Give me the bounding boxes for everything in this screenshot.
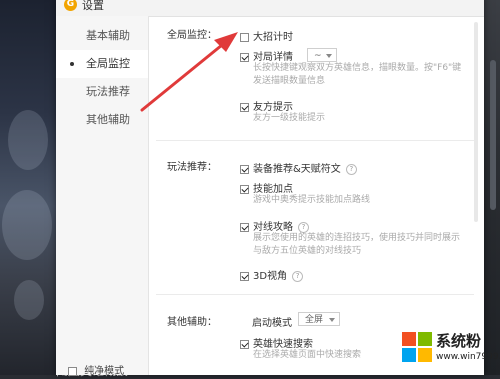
help-icon[interactable]: ? xyxy=(298,221,309,233)
watermark: 系统粉 www.win7999.com xyxy=(402,330,500,372)
sidebar-item-other-assist[interactable]: 其他辅助 xyxy=(56,106,148,134)
help-icon[interactable]: ? xyxy=(345,163,357,175)
match-details-description: 长按快捷键观察双方英雄信息，描眼数量。按"F6"键 发送描眼数量信息 xyxy=(253,63,462,86)
hero-search-checkbox[interactable]: 英雄快速搜索 xyxy=(240,335,313,350)
checkbox-icon xyxy=(240,339,249,349)
sidebar-item-label: 玩法推荐 xyxy=(86,85,130,98)
ally-tips-description: 友方一级技能提示 xyxy=(253,113,326,123)
background-game-art xyxy=(0,0,60,375)
checkbox-icon xyxy=(240,52,249,62)
sidebar-item-basic-assist[interactable]: 基本辅助 xyxy=(56,22,148,50)
section-label-global-monitor: 全局监控： xyxy=(167,30,217,41)
app-logo-icon: G xyxy=(64,0,77,11)
title-bar[interactable]: G 设置 xyxy=(56,0,484,17)
divider xyxy=(156,140,474,141)
checkbox-icon xyxy=(68,366,77,376)
sidebar-item-label: 基本辅助 xyxy=(86,29,130,42)
settings-sidebar: 基本辅助 全局监控 玩法推荐 其他辅助 纯净模式 xyxy=(56,16,149,377)
pure-mode-label: 纯净模式 xyxy=(84,366,125,377)
select-value: 全屏 xyxy=(305,315,324,325)
checkbox-icon xyxy=(240,32,249,42)
checkbox-icon xyxy=(240,184,249,194)
ally-tips-checkbox[interactable]: 友方提示 xyxy=(240,98,293,113)
lane-guide-description: 展示您使用的英雄的连招技巧，使用技巧并同时展示 与敌方五位英雄的对线技巧 xyxy=(253,233,461,256)
section-label-other: 其他辅助： xyxy=(167,317,217,328)
settings-dialog: G 设置 基本辅助 全局监控 玩法推荐 其他辅助 纯净模式 全局监控： 大招计时… xyxy=(56,0,484,377)
checkbox-icon xyxy=(240,271,249,281)
checkbox-icon xyxy=(240,164,249,174)
section-label-gameplay: 玩法推荐： xyxy=(167,162,217,173)
sidebar-item-global-monitor[interactable]: 全局监控 xyxy=(56,50,148,78)
active-dot-icon xyxy=(70,62,74,66)
checkbox-icon xyxy=(240,222,249,232)
view-3d-checkbox[interactable]: 3D视角? xyxy=(240,267,304,282)
skill-points-checkbox[interactable]: 技能加点 xyxy=(240,180,293,195)
sidebar-item-label: 全局监控 xyxy=(86,57,130,70)
option-label: 大招计时 xyxy=(253,32,293,43)
hero-search-description: 在选择英雄页面中快速搜索 xyxy=(253,350,362,360)
sidebar-item-gameplay-recommend[interactable]: 玩法推荐 xyxy=(56,78,148,106)
launch-mode-label: 启动模式 xyxy=(252,318,292,329)
select-value: ~ xyxy=(314,51,322,61)
sidebar-item-label: 其他辅助 xyxy=(86,113,130,126)
ult-timer-checkbox[interactable]: 大招计时 xyxy=(240,28,293,43)
background-scrollbar[interactable] xyxy=(490,60,496,210)
divider xyxy=(156,294,474,295)
skill-points-description: 游戏中奥秀提示技能加点路线 xyxy=(253,195,371,205)
option-label: 装备推荐&天赋符文 xyxy=(253,164,341,175)
option-label: 3D视角 xyxy=(253,271,288,282)
lane-guide-checkbox[interactable]: 对线攻略? xyxy=(240,218,309,233)
equip-recommend-checkbox[interactable]: 装备推荐&天赋符文? xyxy=(240,160,357,175)
chevron-down-icon xyxy=(326,54,332,58)
watermark-name: 系统粉 xyxy=(436,332,482,350)
checkbox-icon xyxy=(240,102,249,112)
windows-logo-icon xyxy=(402,332,432,362)
match-details-select[interactable]: ~ xyxy=(307,48,337,62)
watermark-url: www.win7999.com xyxy=(436,352,500,362)
help-icon[interactable]: ? xyxy=(292,270,304,282)
match-details-checkbox[interactable]: 对局详情 xyxy=(240,48,293,63)
chevron-down-icon xyxy=(329,318,335,322)
content-scrollbar[interactable] xyxy=(474,22,478,222)
launch-mode-select[interactable]: 全屏 xyxy=(298,312,340,326)
dialog-title: 设置 xyxy=(82,0,104,12)
